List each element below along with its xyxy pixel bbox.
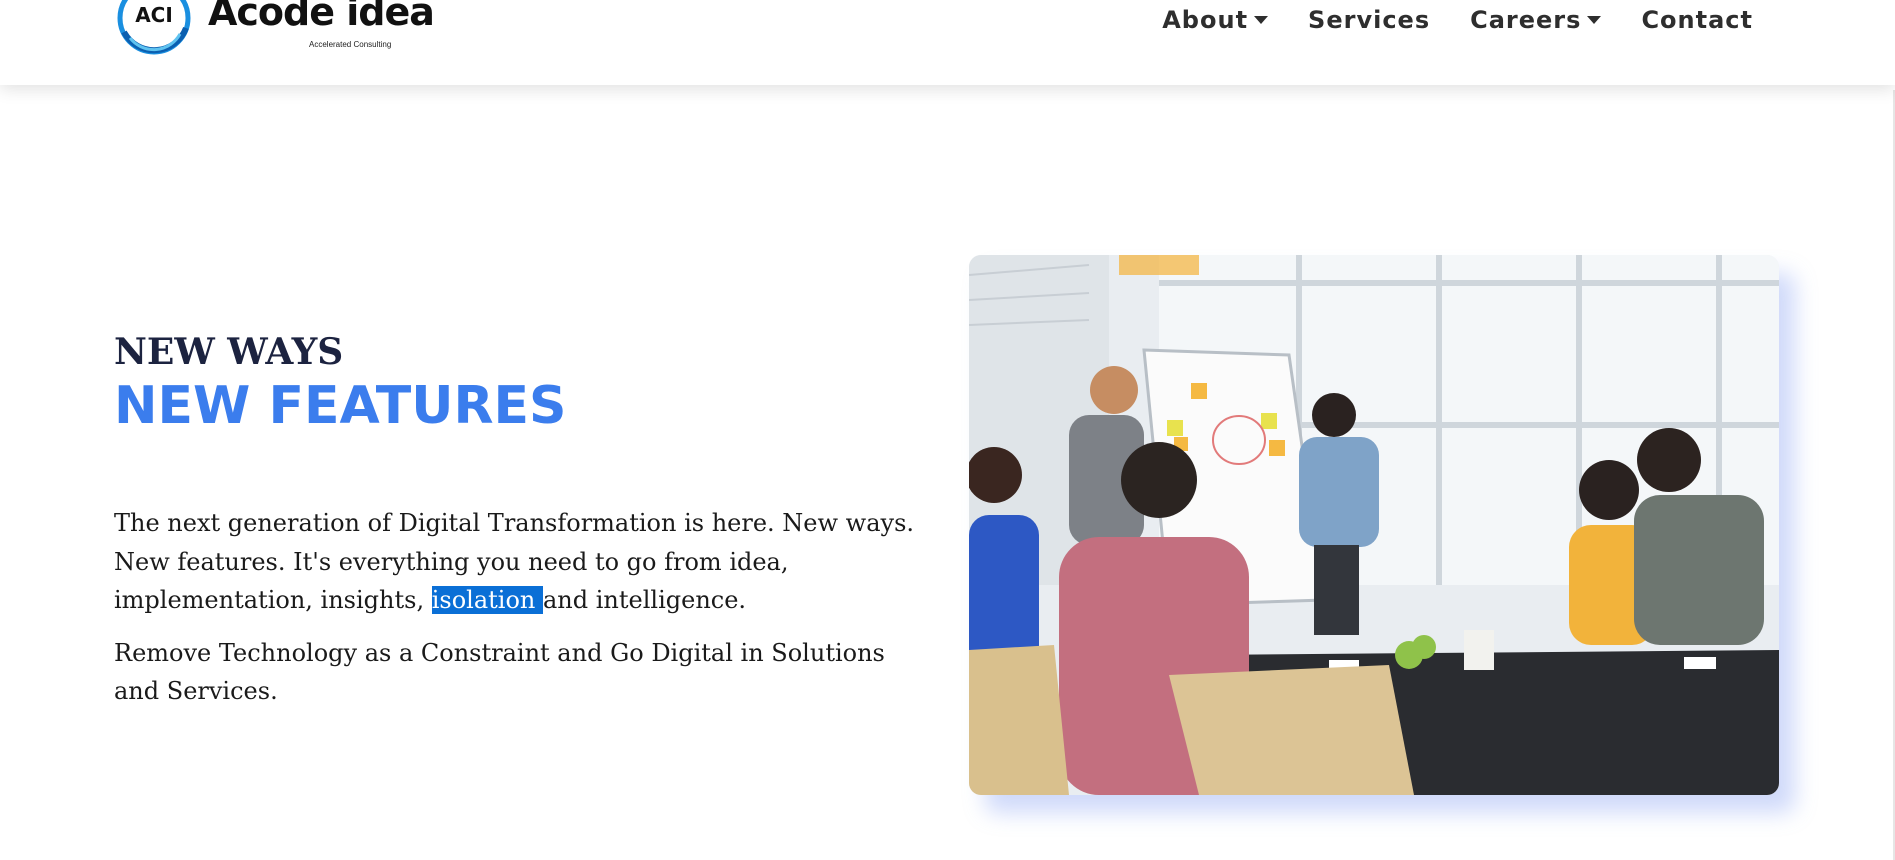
aci-logo-icon: ACI: [117, 0, 191, 55]
logo-mark-text: ACI: [135, 3, 173, 27]
hero-image: [969, 255, 1779, 795]
nav-contact[interactable]: Contact: [1641, 6, 1753, 34]
team-meeting-image: [969, 255, 1779, 795]
hero-paragraph-2: Remove Technology as a Constraint and Go…: [114, 638, 885, 706]
chevron-down-icon: [1254, 16, 1269, 24]
nav-about[interactable]: About: [1162, 6, 1269, 34]
hero-headline: NEW FEATURES: [114, 376, 567, 436]
nav-services[interactable]: Services: [1308, 6, 1430, 34]
nav-careers[interactable]: Careers: [1470, 6, 1602, 34]
nav-careers-label: Careers: [1470, 6, 1582, 34]
selected-text: isolation: [431, 586, 543, 614]
brand-tagline: Accelerated Consulting: [309, 40, 392, 49]
paragraph-1-text-end: and intelligence.: [542, 586, 747, 614]
hero-eyebrow: NEW WAYS: [114, 331, 344, 373]
hero-paragraph-1: The next generation of Digital Transform…: [114, 504, 934, 620]
main-nav: About Services Careers Contact: [1122, 6, 1753, 34]
chevron-down-icon: [1587, 16, 1602, 24]
nav-about-label: About: [1162, 6, 1249, 34]
nav-contact-label: Contact: [1641, 6, 1753, 34]
brand-logo[interactable]: ACI Acode idea Accelerated Consulting: [114, 0, 435, 62]
site-header: ACI Acode idea Accelerated Consulting Ab…: [0, 0, 1895, 85]
brand-name: Acode idea: [208, 0, 435, 34]
hero-text: NEW WAYS NEW FEATURES The next generatio…: [114, 330, 934, 711]
nav-services-label: Services: [1308, 6, 1431, 34]
